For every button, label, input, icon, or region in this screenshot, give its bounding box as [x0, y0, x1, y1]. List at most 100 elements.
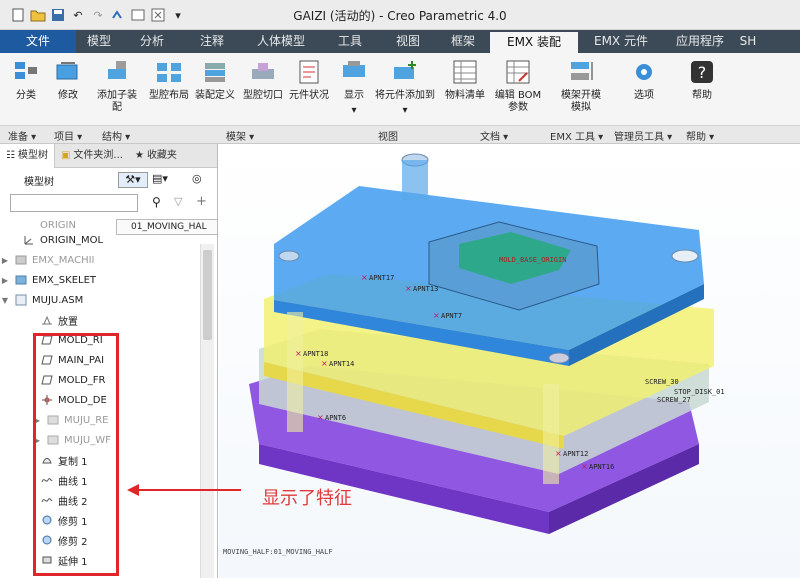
tree-header: 模型树 ⚒▾ ▤▾ ◎	[0, 168, 217, 192]
tree-node-emx-skeleton[interactable]: ▶ EMX_SKELET	[0, 270, 200, 290]
group-structure[interactable]: 结构 ▾	[102, 128, 130, 143]
title-bar: ↶ ↷ ▾ GAIZI (活动的) - Creo Parametric 4.0	[0, 0, 800, 30]
skeleton-part-icon	[14, 274, 28, 286]
point-label-stop-disk: STOP_DISK_01	[674, 388, 725, 396]
display-button[interactable]: 显示 ▾	[336, 53, 372, 125]
tree-settings-icon[interactable]: ⚒▾	[118, 172, 148, 188]
classify-button[interactable]: 分类	[8, 53, 44, 125]
tab-manikin[interactable]: 人体模型	[242, 30, 320, 53]
options-button[interactable]: 选项	[624, 53, 664, 125]
modify-button[interactable]: 修改	[50, 53, 86, 125]
placement-icon	[40, 314, 54, 326]
tree-node-muju-asm[interactable]: ▼ MUJU.ASM	[0, 290, 200, 310]
model-tree-icon: ☷	[6, 150, 15, 161]
help-icon: ?	[691, 61, 713, 83]
scrollbar-thumb[interactable]	[203, 250, 212, 340]
display-icon	[343, 61, 365, 77]
assembly-definition-button[interactable]: 装配定义	[194, 53, 236, 125]
tab-favorites[interactable]: ★ 收藏夹	[129, 144, 183, 168]
graphics-viewport[interactable]: APNT17 APNT13 APNT7 APNT18 APNT14 APNT6 …	[219, 144, 800, 578]
mold-base-3d-model[interactable]: APNT17 APNT13 APNT7 APNT18 APNT14 APNT6 …	[219, 144, 800, 578]
display-dropdown-icon: ▾	[351, 105, 357, 116]
filter-icon[interactable]: ▽	[174, 195, 182, 208]
tab-analysis[interactable]: 分析	[122, 30, 182, 53]
collapse-arrow-icon[interactable]: ▼	[0, 296, 10, 305]
filter-visibility-icon[interactable]: ◎	[192, 172, 202, 185]
mold-open-simulation-button[interactable]: 模架开模 模拟	[556, 53, 606, 125]
group-project[interactable]: 项目 ▾	[54, 128, 82, 143]
point-label-apnt16: APNT16	[589, 463, 614, 471]
tab-applications[interactable]: 应用程序	[664, 30, 736, 53]
expand-arrow-icon[interactable]: ▶	[0, 256, 10, 265]
point-label-apnt17: APNT17	[369, 274, 394, 282]
ribbon-group-bar: 准备 ▾ 项目 ▾ 结构 ▾ 模架 ▾ 视图 文档 ▾ EMX 工具 ▾ 管理员…	[0, 125, 800, 144]
point-label-apnt7: APNT7	[441, 312, 462, 320]
classify-icon	[15, 62, 37, 79]
component-status-button[interactable]: 元件状况	[288, 53, 330, 125]
tree-node-emx-machine[interactable]: ▶ EMX_MACHII	[0, 250, 200, 270]
group-prepare[interactable]: 准备 ▾	[8, 128, 36, 143]
add-subassembly-icon	[108, 61, 126, 79]
csys-label-origin: MOLD_BASE_ORIGIN	[499, 256, 566, 264]
tab-model[interactable]: 模型	[76, 30, 122, 53]
group-moldbase[interactable]: 模架 ▾	[226, 128, 254, 143]
guide-pin-left	[287, 312, 303, 432]
point-label-apnt18: APNT18	[303, 350, 328, 358]
window-title: GAIZI (活动的) - Creo Parametric 4.0	[293, 9, 507, 23]
guide-pin-top-4	[548, 352, 570, 364]
add-component-to-button[interactable]: 将元件添加到 ▾	[374, 53, 436, 125]
guide-pin-top-3	[671, 249, 699, 263]
group-document[interactable]: 文档 ▾	[480, 128, 508, 143]
tree-title: 模型树	[24, 176, 54, 188]
group-help[interactable]: 帮助 ▾	[686, 128, 714, 143]
guide-pin-top-2	[278, 250, 300, 262]
show-icon[interactable]: ▤▾	[152, 172, 168, 185]
tab-emx-assembly[interactable]: EMX 装配	[490, 30, 578, 53]
expand-arrow-icon[interactable]: ▶	[0, 276, 10, 285]
tab-model-tree[interactable]: ☷ 模型树	[0, 144, 55, 168]
options-gear-icon	[636, 64, 652, 80]
tree-search-input[interactable]	[10, 194, 138, 212]
tab-view[interactable]: 视图	[380, 30, 436, 53]
panel-tabs: ☷ 模型树 ▣ 文件夹浏... ★ 收藏夹	[0, 144, 217, 168]
tree-node-placement[interactable]: 放置	[0, 310, 200, 330]
svg-text:×: ×	[295, 349, 302, 358]
tab-folder-browser[interactable]: ▣ 文件夹浏...	[55, 144, 129, 168]
svg-text:×: ×	[581, 462, 588, 471]
tree-node-origin[interactable]: ORIGIN	[0, 220, 200, 230]
tree-node-origin-mold[interactable]: ORIGIN_MOL	[0, 230, 200, 250]
svg-text:×: ×	[433, 311, 440, 320]
group-emx-tools[interactable]: EMX 工具 ▾	[550, 128, 603, 143]
favorites-icon: ★	[134, 150, 144, 161]
search-binoculars-icon[interactable]: ⚲	[152, 195, 161, 209]
ribbon: 分类 修改 添加子装 配 型腔布局 装配定义 型腔切口 元件状况 显示 ▾ 将元…	[0, 53, 800, 125]
tab-file[interactable]: 文件	[0, 30, 76, 53]
point-label-screw30: SCREW_30	[645, 378, 679, 386]
add-subassembly-button[interactable]: 添加子装 配	[94, 53, 140, 125]
tab-framework[interactable]: 框架	[436, 30, 490, 53]
point-label-apnt14: APNT14	[329, 360, 354, 368]
svg-text:×: ×	[317, 413, 324, 422]
tab-tools[interactable]: 工具	[320, 30, 380, 53]
add-icon[interactable]: +	[196, 194, 207, 209]
add-component-icon	[394, 61, 416, 79]
tree-search-row: ⚲ ▽ +	[0, 192, 217, 214]
edit-bom-parameters-button[interactable]: 编辑 BOM 参数	[490, 53, 546, 125]
guide-pin-1	[402, 160, 428, 200]
svg-text:×: ×	[555, 449, 562, 458]
help-button[interactable]: ? 帮助	[684, 53, 720, 125]
tab-more[interactable]: SH	[736, 30, 760, 53]
bom-button[interactable]: 物料清单	[442, 53, 488, 125]
folder-icon: ▣	[60, 150, 71, 161]
tab-annotate[interactable]: 注释	[182, 30, 242, 53]
svg-text:×: ×	[405, 284, 412, 293]
group-admin-tools[interactable]: 管理员工具 ▾	[614, 128, 672, 143]
tab-emx-component[interactable]: EMX 元件	[578, 30, 664, 53]
cavity-cut-button[interactable]: 型腔切口	[242, 53, 284, 125]
cavity-layout-button[interactable]: 型腔布局	[148, 53, 190, 125]
annotation-text: 显示了特征	[262, 488, 352, 509]
svg-text:×: ×	[361, 273, 368, 282]
ribbon-tabs: 文件 模型 分析 注释 人体模型 工具 视图 框架 EMX 装配 EMX 元件 …	[0, 30, 800, 53]
point-label-screw27: SCREW_27	[657, 396, 691, 404]
tree-scrollbar[interactable]	[200, 244, 214, 578]
